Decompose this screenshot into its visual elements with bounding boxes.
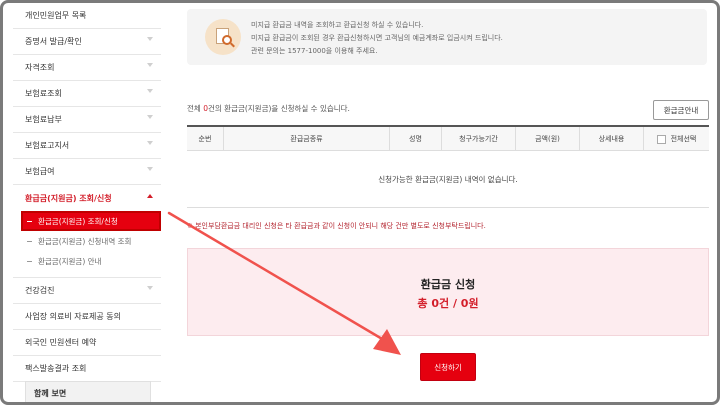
sidebar-item-foreigner-reservation[interactable]: 외국인 민원센터 예약 [13, 330, 161, 356]
col-header-name: 성명 [389, 127, 441, 151]
chevron-down-icon [147, 37, 153, 41]
sidebar-item-label: 보험료조회 [25, 89, 62, 98]
chevron-up-icon [147, 194, 153, 198]
sidebar-item-label: 환급금(지원금) 조회/신청 [25, 193, 112, 203]
sidebar-item-label: 팩스발송결과 조회 [25, 364, 87, 373]
dash-icon [27, 220, 32, 222]
select-all-checkbox[interactable] [656, 134, 666, 144]
sidebar-subitem-refund-history[interactable]: 환급금(지원금) 신청내역 조회 [13, 231, 161, 251]
sidebar-item-medical-data-consent[interactable]: 사업장 의료비 자료제공 동의 [13, 304, 161, 330]
sidebar-item-label: 사업장 의료비 자료제공 동의 [25, 312, 121, 321]
chevron-down-icon [147, 167, 153, 171]
sidebar-item-health-checkup[interactable]: 건강검진 [13, 278, 161, 304]
sidebar-item-label: 증명서 발급/확인 [25, 37, 82, 46]
refund-apply-box: 환급금 신청 총 0건 / 0원 [187, 248, 709, 336]
sidebar-item-label: 개인민원업무 목록 [25, 11, 87, 20]
table-header: 순번 환급금종류 성명 청구가능기간 금액(원) 상세내용 전체선택 [187, 125, 709, 151]
select-all-label: 전체선택 [670, 135, 697, 143]
main-content: 미지급 환급금 내역을 조회하고 환급신청 하실 수 있습니다. 미지급 환급금… [187, 3, 709, 402]
sidebar-item-qualification[interactable]: 자격조회 [13, 55, 161, 81]
sidebar-submenu: 환급금(지원금) 조회/신청 환급금(지원금) 신청내역 조회 환급금(지원금)… [13, 211, 161, 278]
chevron-down-icon [147, 89, 153, 93]
sidebar-item-personal-list[interactable]: 개인민원업무 목록 [13, 3, 161, 29]
refund-apply-title: 환급금 신청 [420, 278, 476, 291]
sidebar-item-label: 자격조회 [25, 63, 55, 72]
sidebar-item-premium-inquiry[interactable]: 보험료조회 [13, 81, 161, 107]
notice-text: ※ 본인부담환급금 대리인 신청은 타 환급금과 같이 신청이 안되니 해당 건… [187, 222, 486, 230]
info-box: 미지급 환급금 내역을 조회하고 환급신청 하실 수 있습니다. 미지급 환급금… [187, 9, 707, 65]
sidebar-subitem-label: 환급금(지원금) 신청내역 조회 [38, 236, 132, 246]
sidebar-item-certificate[interactable]: 증명서 발급/확인 [13, 29, 161, 55]
sidebar-item-label: 보험료고지서 [25, 141, 70, 150]
sidebar-subitem-label: 환급금(지원금) 조회/신청 [38, 216, 118, 226]
chevron-down-icon [147, 63, 153, 67]
empty-message: 신청가능한 환급금(지원금) 내역이 없습니다. [378, 174, 518, 184]
sidebar-item-label: 건강검진 [25, 286, 55, 295]
chevron-down-icon [147, 286, 153, 290]
see-also-box: 함께 보면 [25, 381, 151, 402]
sidebar-item-refund[interactable]: 환급금(지원금) 조회/신청 [13, 185, 161, 211]
sidebar-item-premium-bill[interactable]: 보험료고지서 [13, 133, 161, 159]
col-header-type: 환급금종류 [223, 127, 389, 151]
info-line: 관련 문의는 1577-1000을 이용해 주세요. [251, 47, 378, 55]
info-text: 미지급 환급금 내역을 조회하고 환급신청 하실 수 있습니다. 미지급 환급금… [251, 19, 503, 58]
refund-guide-button[interactable]: 환급금안내 [653, 100, 709, 120]
dash-icon [27, 260, 32, 262]
sidebar-subitem-label: 환급금(지원금) 안내 [38, 256, 102, 266]
apply-button[interactable]: 신청하기 [420, 353, 476, 381]
sidebar-item-fax-result[interactable]: 팩스발송결과 조회 [13, 356, 161, 382]
chevron-down-icon [147, 115, 153, 119]
sidebar-item-label: 보험급여 [25, 167, 55, 176]
col-header-amount: 금액(원) [515, 127, 579, 151]
dash-icon [27, 240, 32, 242]
refund-apply-total: 총 0건 / 0원 [417, 297, 479, 310]
sidebar-item-label: 보험료납부 [25, 115, 62, 124]
sidebar-item-benefits[interactable]: 보험급여 [13, 159, 161, 185]
refund-summary: 전체 0건의 환급금(지원금)을 신청하실 수 있습니다. [187, 104, 350, 113]
screen-frame: 개인민원업무 목록 증명서 발급/확인 자격조회 보험료조회 보험료납부 보험료… [0, 0, 720, 405]
see-also-title: 함께 보면 [34, 389, 67, 398]
sidebar-nav: 개인민원업무 목록 증명서 발급/확인 자격조회 보험료조회 보험료납부 보험료… [13, 3, 161, 402]
chevron-down-icon [147, 141, 153, 145]
col-header-select-all[interactable]: 전체선택 [643, 127, 709, 151]
sidebar-subitem-refund-apply[interactable]: 환급금(지원금) 조회/신청 [21, 211, 161, 231]
col-header-detail: 상세내용 [579, 127, 643, 151]
refund-table: 순번 환급금종류 성명 청구가능기간 금액(원) 상세내용 전체선택 신청가능한… [187, 125, 709, 208]
info-line: 미지급 환급금 내역을 조회하고 환급신청 하실 수 있습니다. [251, 21, 424, 29]
table-empty-row: 신청가능한 환급금(지원금) 내역이 없습니다. [187, 151, 709, 208]
info-line: 미지급 환급금이 조회된 경우 환급신청하시면 고객님의 예금계좌로 입금시켜 … [251, 34, 503, 42]
document-search-icon [205, 19, 241, 55]
col-header-period: 청구가능기간 [441, 127, 515, 151]
col-header-no: 순번 [198, 135, 212, 143]
sidebar-item-label: 외국인 민원센터 예약 [25, 338, 97, 347]
sidebar-subitem-refund-guide[interactable]: 환급금(지원금) 안내 [13, 251, 161, 271]
sidebar-item-premium-payment[interactable]: 보험료납부 [13, 107, 161, 133]
